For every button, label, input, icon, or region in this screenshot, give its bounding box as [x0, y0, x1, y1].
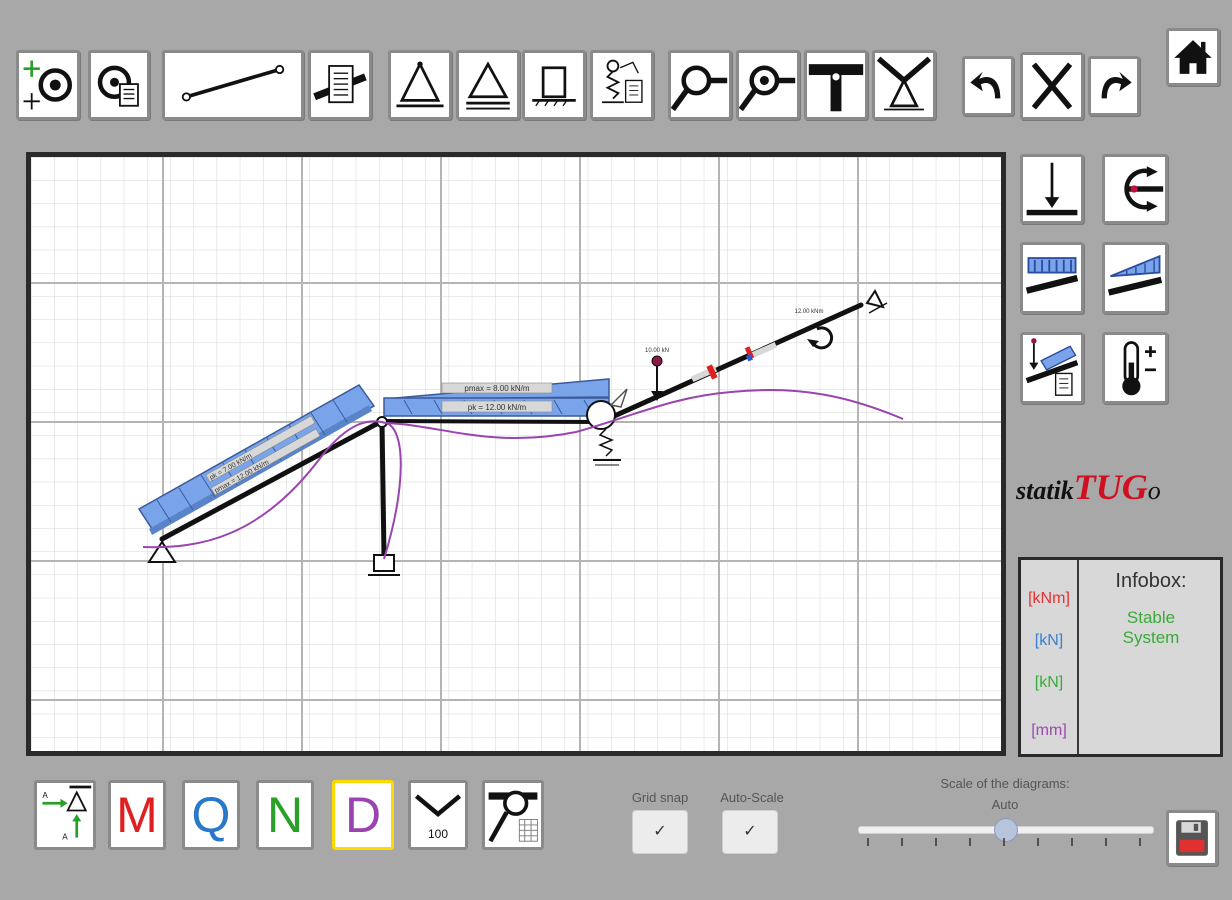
reactions-icon: A A — [42, 785, 92, 841]
roller-support-tool[interactable] — [456, 50, 520, 120]
home-icon — [1174, 40, 1212, 74]
moment-diagram-button[interactable]: M — [108, 780, 166, 850]
brand-logo: statikTUGo — [1016, 466, 1226, 507]
grid-snap-checkbox[interactable]: ✓ — [632, 810, 688, 854]
spring-support-icon — [602, 59, 643, 104]
point-load-icon — [1026, 162, 1078, 216]
trapezoid-load-tool[interactable] — [1102, 242, 1168, 314]
uniform-load-tool[interactable] — [1020, 242, 1084, 314]
delete-icon — [1031, 62, 1073, 110]
draw-beam-tool[interactable] — [162, 50, 304, 120]
target-add-icon — [23, 60, 73, 110]
undo-icon — [970, 71, 1001, 99]
moment-load-tool[interactable] — [1102, 154, 1168, 224]
moment-load-label: 12.00 kNm — [794, 309, 823, 315]
scale-slider-ticks — [867, 838, 1141, 846]
node-properties-tool[interactable] — [88, 50, 150, 120]
zoom-fit-button[interactable] — [482, 780, 544, 850]
roller-support-icon — [466, 61, 510, 110]
pin-support-tool[interactable] — [388, 50, 452, 120]
infobox: [kNm] [kN] [kN] [mm] Infobox: Stable Sys… — [1018, 557, 1223, 757]
scale-value: Auto — [991, 797, 1019, 812]
scale-value-button[interactable]: 100 — [408, 780, 468, 850]
delete-button[interactable] — [1020, 52, 1084, 120]
fixed-support-tool[interactable] — [522, 50, 586, 120]
thermometer-icon — [1122, 341, 1156, 396]
brand-main: TUG — [1073, 467, 1148, 507]
scale-title: Scale of the diagrams: — [940, 776, 1070, 791]
load-doc-icon — [1025, 338, 1079, 396]
infobox-title: Infobox: — [1115, 570, 1187, 592]
unit-shear: [kN] — [1034, 632, 1064, 649]
zoom-table-icon — [488, 790, 538, 843]
infobox-status-2: System — [1122, 628, 1180, 647]
shear-diagram-button[interactable]: Q — [182, 780, 240, 850]
grid-snap-label: Grid snap — [631, 790, 689, 805]
redo-icon — [1101, 71, 1132, 99]
temperature-load-tool[interactable] — [1102, 332, 1168, 404]
spring-support-tool[interactable] — [590, 50, 654, 120]
angled-support-icon — [876, 56, 932, 111]
load-properties-tool[interactable] — [1020, 332, 1084, 404]
beam-doc-icon — [313, 65, 367, 104]
floppy-disk-icon — [1176, 820, 1208, 856]
point-load-tool[interactable] — [1020, 154, 1084, 224]
unit-normal: [kN] — [1034, 674, 1064, 691]
normal-diagram-button[interactable]: N — [256, 780, 314, 850]
structure-canvas[interactable]: pk = 7.00 kN/m pmax = 12.00 kN/m pmax = … — [26, 152, 1006, 756]
hinge-icon — [671, 65, 728, 112]
uniform-load-icon — [1025, 257, 1079, 294]
infobox-units: [kNm] [kN] [kN] [mm] — [1021, 560, 1079, 754]
rigid-joint-icon — [739, 65, 796, 112]
redo-button[interactable] — [1088, 56, 1140, 116]
unit-moment: [kNm] — [1028, 590, 1070, 607]
beam-properties-tool[interactable] — [308, 50, 372, 120]
node-doc-icon — [97, 65, 139, 107]
scale-value-label: 100 — [427, 827, 449, 841]
grid-minor — [31, 157, 1001, 751]
t-joint-icon — [808, 64, 864, 112]
angled-support-tool[interactable] — [872, 50, 936, 120]
t-joint-tool[interactable] — [804, 50, 868, 120]
auto-scale-checkbox[interactable]: ✓ — [722, 810, 778, 854]
auto-scale-label: Auto-Scale — [720, 790, 784, 805]
svg-text:A: A — [62, 832, 68, 841]
trapezoid-load-icon — [1107, 254, 1163, 296]
reactions-button[interactable]: A A — [34, 780, 96, 850]
svg-text:A: A — [42, 791, 48, 800]
pin-support-icon — [396, 61, 444, 108]
brand-prefix: statik — [1016, 476, 1074, 505]
deformation-diagram-button[interactable]: D — [332, 780, 394, 850]
point-load-label: 10.00 kN — [645, 348, 669, 354]
rigid-joint-tool[interactable] — [736, 50, 800, 120]
undo-button[interactable] — [962, 56, 1014, 116]
brand-suffix: o — [1147, 476, 1161, 505]
pmax-load-label: pmax = 8.00 kN/m — [464, 384, 529, 393]
add-node-tool[interactable] — [16, 50, 80, 120]
structure-drawing[interactable]: pk = 7.00 kN/m pmax = 12.00 kN/m pmax = … — [31, 157, 1001, 751]
save-button[interactable] — [1166, 810, 1218, 866]
unit-deformation: [mm] — [1031, 722, 1067, 739]
infobox-status-1: Stable — [1126, 608, 1176, 627]
moment-load-icon — [1124, 166, 1164, 212]
hinge-tool[interactable] — [668, 50, 732, 120]
home-button[interactable] — [1166, 28, 1220, 86]
pk-load-label: pk = 12.00 kN/m — [468, 403, 527, 412]
fixed-support-icon — [532, 66, 576, 107]
beam-line-icon — [181, 64, 285, 102]
